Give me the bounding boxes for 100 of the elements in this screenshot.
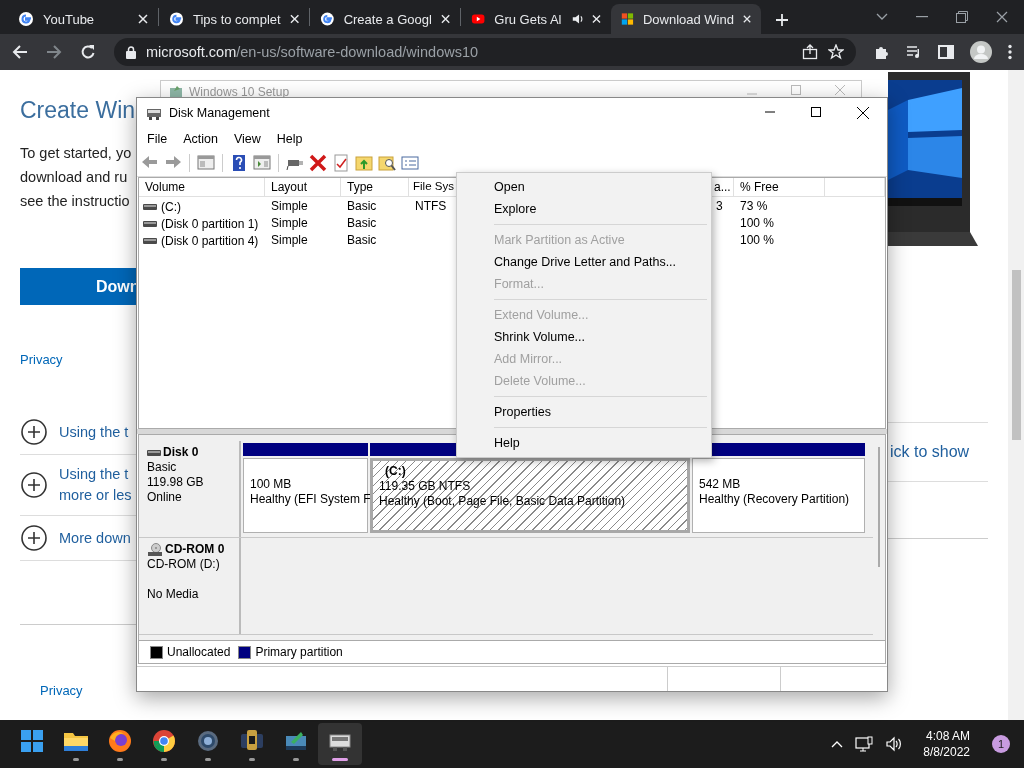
table-cell: 100 %	[740, 233, 775, 247]
legend-label: Primary partition	[255, 645, 343, 659]
drive-icon	[143, 219, 157, 228]
window-title: Disk Management	[169, 106, 270, 120]
tab[interactable]: Gru Gets Al	[461, 4, 611, 34]
chevron-up-icon[interactable]	[831, 740, 844, 748]
page-heading: Create Win	[20, 96, 136, 124]
puzzle-icon[interactable]	[874, 44, 890, 60]
tab[interactable]: Create a Googl	[310, 4, 460, 34]
four-squares-icon	[621, 11, 634, 27]
table-cell: (C:)	[161, 199, 181, 214]
notification-badge[interactable]: 1	[992, 735, 1010, 753]
tab[interactable]: Download Wind	[611, 4, 761, 34]
share-icon[interactable]	[802, 44, 818, 60]
clock[interactable]: 4:08 AM 8/8/2022	[923, 728, 970, 760]
partition-block[interactable]: 100 MB Healthy (EFI System F	[243, 458, 368, 533]
address-bar[interactable]: microsoft.com/en-us/software-download/windows10	[114, 38, 856, 66]
folder-search-icon[interactable]	[378, 154, 396, 172]
reload-icon[interactable]	[80, 44, 96, 60]
forward-icon[interactable]	[46, 44, 62, 60]
scrollbar-thumb[interactable]	[1011, 270, 1021, 440]
console-tree-icon[interactable]	[197, 154, 215, 172]
column-header[interactable]: Layout	[271, 180, 308, 194]
media-icon[interactable]	[906, 44, 922, 60]
table-cell: 73 %	[740, 199, 768, 213]
volume-icon[interactable]	[885, 736, 904, 752]
menu-item[interactable]: Change Drive Letter and Paths...	[457, 251, 711, 273]
table-cell: (Disk 0 partition 1)	[161, 216, 259, 231]
disk-label[interactable]: Disk 0 Basic 119.98 GB Online	[139, 441, 241, 537]
table-cell: Simple	[271, 233, 308, 247]
accordion-link[interactable]: More down	[59, 527, 131, 549]
drive-icon	[146, 106, 162, 120]
tab[interactable]: YouTube	[8, 4, 158, 34]
disk-label[interactable]: CD-ROM 0 CD-ROM (D:) No Media	[139, 538, 241, 634]
table-cell: Basic	[347, 233, 377, 247]
column-header[interactable]: % Free	[740, 180, 779, 194]
lock-icon	[126, 45, 136, 59]
url-text: microsoft.com/en-us/software-download/windows10	[146, 44, 480, 60]
restore-icon[interactable]	[956, 11, 968, 23]
drive-icon	[143, 202, 157, 211]
plus-circle-icon[interactable]	[21, 419, 47, 445]
accordion-link[interactable]: Using the t	[59, 421, 129, 443]
menu-item[interactable]: Shrink Volume...	[457, 326, 711, 348]
drive-icon	[143, 236, 157, 245]
close-icon[interactable]	[857, 107, 869, 119]
plus-icon[interactable]	[775, 13, 789, 27]
menu-item[interactable]: View	[225, 132, 269, 146]
star-icon[interactable]	[828, 44, 844, 60]
menu-item[interactable]: Help	[457, 432, 711, 454]
menu-item[interactable]: Properties	[457, 401, 711, 423]
accordion-link[interactable]: Using the t more or les	[59, 464, 132, 506]
checklist-icon[interactable]	[332, 154, 350, 172]
table-cell: 3	[716, 199, 723, 213]
column-header[interactable]: Type	[347, 180, 373, 194]
chevron-down-icon[interactable]	[876, 13, 888, 21]
menu-item[interactable]: Help	[268, 132, 311, 146]
table-cell: NTFS	[415, 199, 447, 213]
setup-icon	[169, 85, 183, 97]
table-cell: Basic	[347, 216, 377, 230]
g-logo-icon	[320, 11, 335, 27]
taskbar-button[interactable]	[318, 723, 362, 765]
window-title: Windows 10 Setup	[189, 85, 290, 99]
legend-label: Unallocated	[167, 645, 231, 659]
partition-block[interactable]: (C:) 119.35 GB NTFS Healthy (Boot, Page File, Basic Data Partition)	[370, 458, 690, 533]
menu-item[interactable]: File	[139, 132, 176, 146]
accordion-link[interactable]: ick to show	[890, 443, 970, 461]
g-logo-icon	[169, 11, 184, 27]
close-icon[interactable]	[996, 11, 1008, 23]
table-cell: Simple	[271, 199, 308, 213]
g-logo-icon	[18, 11, 34, 27]
scrollbar-thumb[interactable]	[878, 447, 880, 567]
start-icon	[19, 727, 45, 754]
menu-item[interactable]: Explore	[457, 198, 711, 220]
action-pane-icon[interactable]	[253, 154, 271, 172]
disc-icon	[147, 542, 163, 557]
help-icon[interactable]	[230, 154, 248, 172]
plus-circle-icon[interactable]	[21, 525, 47, 551]
privacy-link[interactable]: Privacy	[40, 683, 136, 698]
maximize-icon[interactable]	[811, 107, 821, 117]
column-header[interactable]: a...	[714, 180, 731, 194]
minimize-icon[interactable]	[916, 16, 928, 18]
partition-block[interactable]: 542 MB Healthy (Recovery Partition)	[692, 458, 865, 533]
menu-icon[interactable]	[1008, 44, 1012, 60]
network-icon[interactable]	[855, 736, 874, 752]
tab[interactable]: Tips to complet	[159, 4, 309, 34]
menu-item[interactable]: Action	[175, 132, 226, 146]
column-header[interactable]: Volume	[145, 180, 186, 194]
table-cell: Basic	[347, 199, 377, 213]
back-icon[interactable]	[12, 44, 28, 60]
table-cell: (Disk 0 partition 4)	[161, 233, 259, 248]
intro-text: To get started, yo download and ru see the instructio	[20, 144, 133, 211]
privacy-link[interactable]: Privacy	[20, 351, 136, 369]
table-cell: Simple	[271, 216, 308, 230]
wheel-icon	[151, 727, 177, 754]
delete-icon[interactable]	[309, 154, 327, 172]
avatar-icon[interactable]	[970, 41, 992, 63]
side-panel-icon[interactable]	[938, 44, 954, 60]
column-header[interactable]: File Sys	[413, 180, 454, 192]
menu-item[interactable]: Open	[457, 176, 711, 198]
plus-circle-icon[interactable]	[21, 472, 47, 498]
